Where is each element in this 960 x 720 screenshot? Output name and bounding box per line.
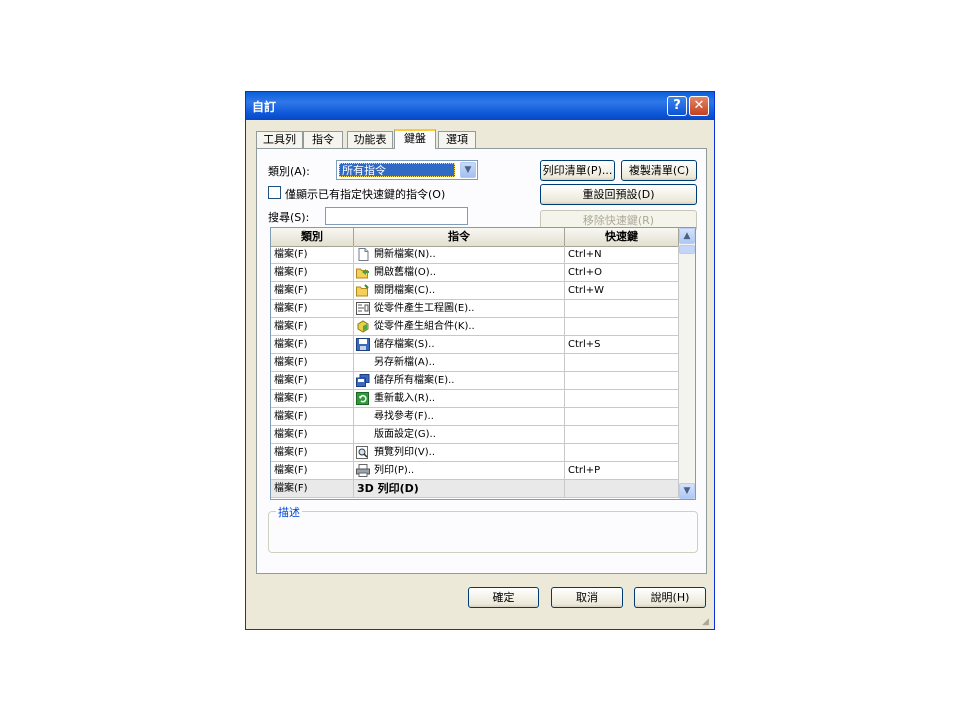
cell-command: 尋找參考(F).. xyxy=(354,408,565,425)
cancel-button[interactable]: 取消 xyxy=(551,587,623,608)
help-title-button[interactable]: ? xyxy=(667,96,687,116)
table-row[interactable]: 檔案(F) 重新載入(R).. xyxy=(271,390,679,408)
cell-shortcut xyxy=(565,300,679,317)
print-list-button[interactable]: 列印清單(P)... xyxy=(540,160,615,181)
cell-shortcut: Ctrl+W xyxy=(565,282,679,299)
table-row-selected[interactable]: 檔案(F) 3D 列印(D) xyxy=(271,480,679,498)
close-icon: ✕ xyxy=(693,98,705,113)
cell-command: 從零件產生工程圖(E).. xyxy=(354,300,565,317)
cell-shortcut xyxy=(565,444,679,461)
scroll-down-icon[interactable]: ▼ xyxy=(679,483,695,499)
vertical-scrollbar[interactable]: ▲ ▼ xyxy=(679,228,695,499)
reset-defaults-button[interactable]: 重設回預設(D) xyxy=(540,184,697,205)
cell-category: 檔案(F) xyxy=(271,426,354,443)
cell-category: 檔案(F) xyxy=(271,480,354,497)
cell-category: 檔案(F) xyxy=(271,372,354,389)
search-input[interactable] xyxy=(325,207,468,225)
category-value: 所有指令 xyxy=(339,163,455,177)
cell-category: 檔案(F) xyxy=(271,354,354,371)
copy-list-button[interactable]: 複製清單(C) xyxy=(621,160,697,181)
help-button[interactable]: 說明(H) xyxy=(634,587,706,608)
description-group: 描述 xyxy=(268,504,698,553)
tab-options[interactable]: 選項 xyxy=(438,131,476,148)
header-command[interactable]: 指令 xyxy=(354,228,565,246)
scroll-thumb[interactable] xyxy=(679,245,695,254)
keyboard-panel: 類別(A): 所有指令 ▼ 僅顯示已有指定快速鍵的指令(O) 搜尋(S): 列印… xyxy=(256,148,707,574)
table-row[interactable]: 檔案(F) 開新檔案(N).. Ctrl+N xyxy=(271,246,679,264)
cell-command: 開新檔案(N).. xyxy=(354,246,565,263)
only-assigned-label[interactable]: 僅顯示已有指定快速鍵的指令(O) xyxy=(285,186,445,202)
cell-command: 從零件產生組合件(K).. xyxy=(354,318,565,335)
cell-shortcut xyxy=(565,318,679,335)
cell-command: 3D 列印(D) xyxy=(354,480,565,497)
close-button[interactable]: ✕ xyxy=(689,96,709,116)
title-bar[interactable]: 自訂 ? ✕ xyxy=(246,92,714,120)
category-label: 類別(A): xyxy=(268,165,310,178)
tab-commands[interactable]: 指令 xyxy=(303,131,343,148)
cell-category: 檔案(F) xyxy=(271,246,354,263)
customize-dialog: 自訂 ? ✕ 工具列 指令 功能表 鍵盤 選項 類別(A): 所有指令 ▼ 僅顯… xyxy=(245,91,715,630)
header-category[interactable]: 類別 xyxy=(271,228,354,246)
grid-header: 類別 指令 快速鍵 xyxy=(271,228,679,247)
cell-category: 檔案(F) xyxy=(271,336,354,353)
cell-shortcut xyxy=(565,390,679,407)
tab-keyboard[interactable]: 鍵盤 xyxy=(394,129,436,149)
shortcut-grid[interactable]: 類別 指令 快速鍵 檔案(F) 開新檔案(N).. Ctrl+N 檔案(F) 開… xyxy=(270,227,696,500)
cell-command: 儲存所有檔案(E).. xyxy=(354,372,565,389)
cell-shortcut xyxy=(565,426,679,443)
cell-shortcut: Ctrl+O xyxy=(565,264,679,281)
cell-category: 檔案(F) xyxy=(271,264,354,281)
cell-shortcut xyxy=(565,480,679,497)
table-row[interactable]: 檔案(F) 從零件產生組合件(K).. xyxy=(271,318,679,336)
cell-shortcut: Ctrl+S xyxy=(565,336,679,353)
table-row[interactable]: 檔案(F) 儲存所有檔案(E).. xyxy=(271,372,679,390)
table-row[interactable]: 檔案(F) 列印(P).. Ctrl+P xyxy=(271,462,679,480)
dialog-title: 自訂 xyxy=(252,100,277,114)
cell-command: 另存新檔(A).. xyxy=(354,354,565,371)
cell-shortcut xyxy=(565,354,679,371)
scroll-up-icon[interactable]: ▲ xyxy=(679,228,695,244)
table-row[interactable]: 檔案(F) 從零件產生工程圖(E).. xyxy=(271,300,679,318)
tab-menus[interactable]: 功能表 xyxy=(347,131,393,148)
table-row[interactable]: 檔案(F) 另存新檔(A).. xyxy=(271,354,679,372)
cell-shortcut xyxy=(565,372,679,389)
only-assigned-checkbox[interactable] xyxy=(268,186,281,199)
cell-command: 開啟舊檔(O).. xyxy=(354,264,565,281)
cell-category: 檔案(F) xyxy=(271,408,354,425)
header-shortcut[interactable]: 快速鍵 xyxy=(565,228,679,246)
cell-category: 檔案(F) xyxy=(271,390,354,407)
cell-shortcut xyxy=(565,408,679,425)
tab-toolbars[interactable]: 工具列 xyxy=(256,131,303,148)
cell-command: 版面設定(G).. xyxy=(354,426,565,443)
cell-category: 檔案(F) xyxy=(271,300,354,317)
cell-category: 檔案(F) xyxy=(271,318,354,335)
resize-grip-icon[interactable]: ◢ xyxy=(702,617,712,627)
cell-category: 檔案(F) xyxy=(271,444,354,461)
cell-command: 重新載入(R).. xyxy=(354,390,565,407)
cell-command: 關閉檔案(C).. xyxy=(354,282,565,299)
chevron-down-icon[interactable]: ▼ xyxy=(460,162,476,178)
cell-shortcut: Ctrl+P xyxy=(565,462,679,479)
ok-button[interactable]: 確定 xyxy=(468,587,539,608)
table-row[interactable]: 檔案(F) 關閉檔案(C).. Ctrl+W xyxy=(271,282,679,300)
table-row[interactable]: 檔案(F) 開啟舊檔(O).. Ctrl+O xyxy=(271,264,679,282)
table-row[interactable]: 檔案(F) 預覽列印(V).. xyxy=(271,444,679,462)
search-label: 搜尋(S): xyxy=(268,211,310,224)
description-label: 描述 xyxy=(276,504,302,520)
cell-shortcut: Ctrl+N xyxy=(565,246,679,263)
cell-command: 預覽列印(V).. xyxy=(354,444,565,461)
cell-command: 儲存檔案(S).. xyxy=(354,336,565,353)
category-select[interactable]: 所有指令 ▼ xyxy=(336,160,478,180)
table-row[interactable]: 檔案(F) 儲存檔案(S).. Ctrl+S xyxy=(271,336,679,354)
cell-command: 列印(P).. xyxy=(354,462,565,479)
table-row[interactable]: 檔案(F) 尋找參考(F).. xyxy=(271,408,679,426)
cell-category: 檔案(F) xyxy=(271,282,354,299)
cell-category: 檔案(F) xyxy=(271,462,354,479)
table-row[interactable]: 檔案(F) 版面設定(G).. xyxy=(271,426,679,444)
